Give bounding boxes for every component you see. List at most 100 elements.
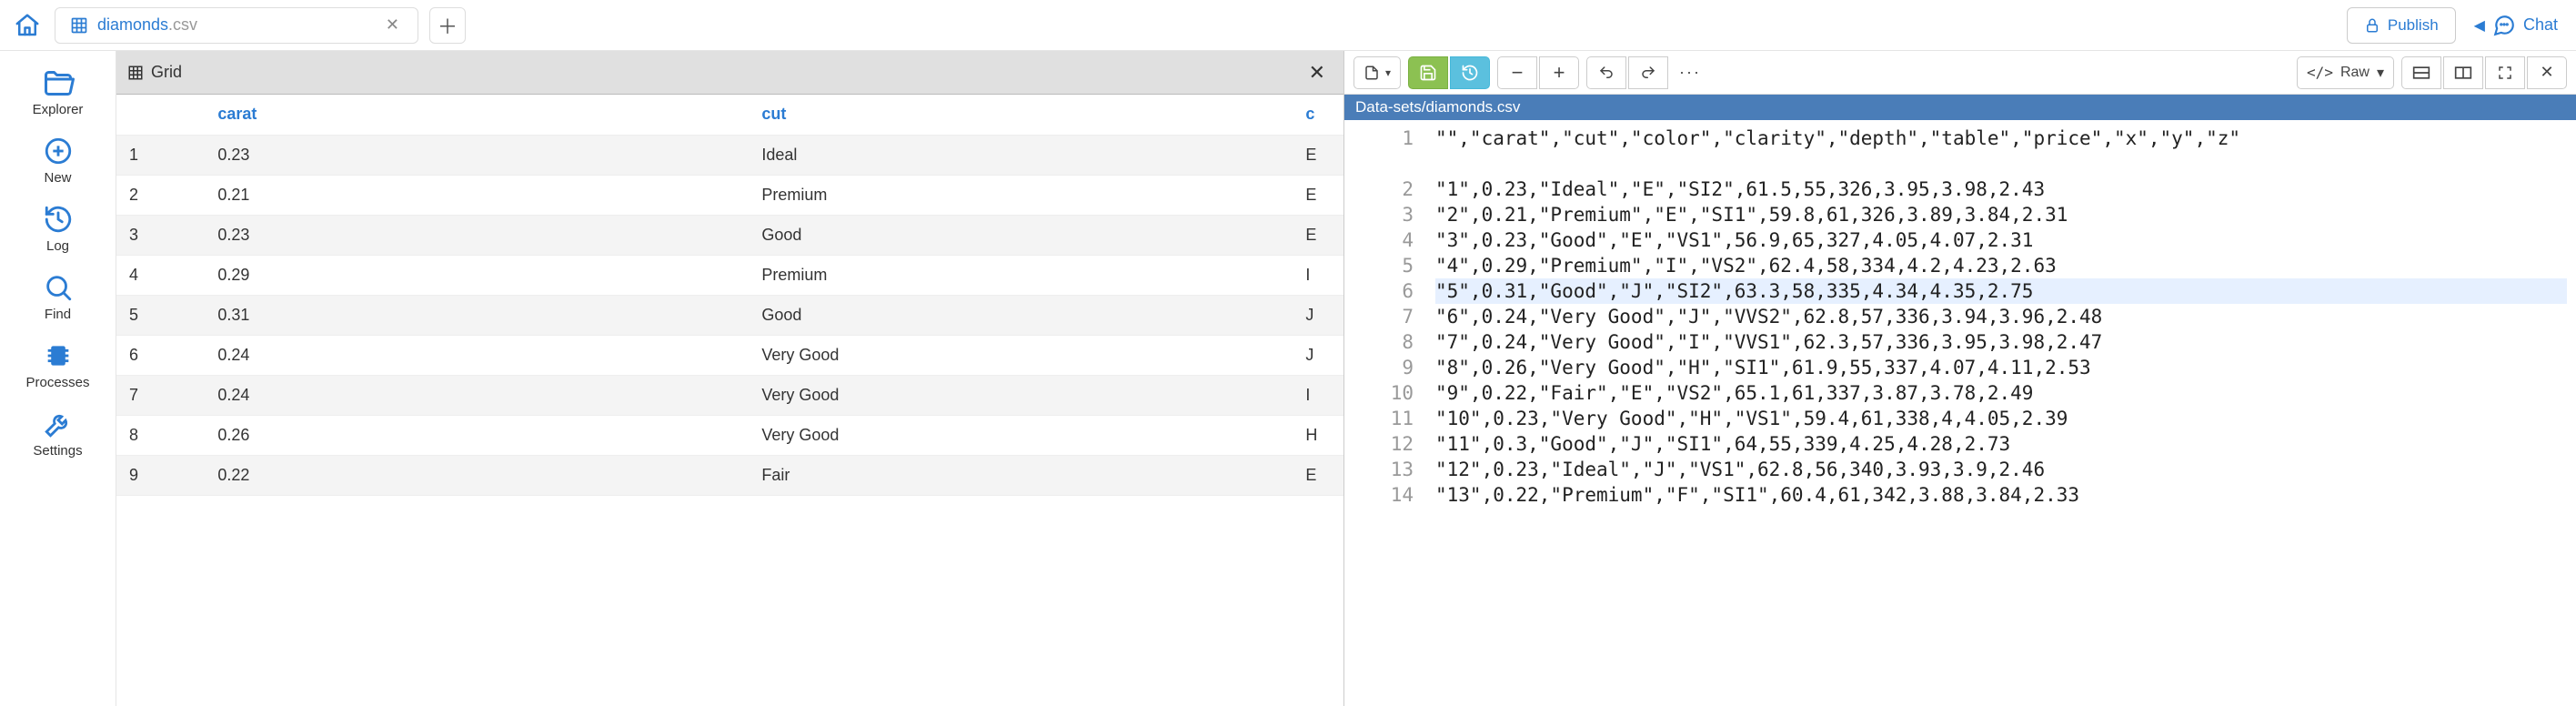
code-line[interactable]: "4",0.29,"Premium","I","VS2",62.4,58,334…: [1435, 253, 2567, 278]
code-line[interactable]: "3",0.23,"Good","E","VS1",56.9,65,327,4.…: [1435, 227, 2567, 253]
table-cell[interactable]: Ideal: [749, 135, 1293, 175]
navigate-group: ···: [1586, 56, 1710, 89]
data-table[interactable]: caratcutc 10.23IdealE20.21PremiumE30.23G…: [116, 95, 1343, 496]
sidebar-item-log[interactable]: Log: [0, 197, 116, 261]
column-header[interactable]: carat: [205, 95, 749, 135]
fullscreen-button[interactable]: [2485, 56, 2525, 89]
table-row[interactable]: 90.22FairE: [116, 455, 1343, 495]
table-cell[interactable]: 5: [116, 295, 205, 335]
view-mode-dropdown[interactable]: </> Raw ▾: [2297, 56, 2394, 89]
code-line[interactable]: "12",0.23,"Ideal","J","VS1",62.8,56,340,…: [1435, 457, 2567, 482]
table-cell[interactable]: E: [1293, 215, 1343, 255]
code-line[interactable]: "11",0.3,"Good","J","SI1",64,55,339,4.25…: [1435, 431, 2567, 457]
table-cell[interactable]: 9: [116, 455, 205, 495]
publish-button[interactable]: Publish: [2347, 7, 2456, 44]
chat-button[interactable]: ◀ Chat: [2467, 14, 2565, 37]
table-cell[interactable]: 4: [116, 255, 205, 295]
table-cell[interactable]: Fair: [749, 455, 1293, 495]
redo-button[interactable]: [1628, 56, 1668, 89]
history-button[interactable]: [1450, 56, 1490, 89]
table-cell[interactable]: 0.23: [205, 215, 749, 255]
editor-close-button[interactable]: ✕: [2527, 56, 2567, 89]
table-cell[interactable]: J: [1293, 335, 1343, 375]
table-row[interactable]: 70.24Very GoodI: [116, 375, 1343, 415]
table-row[interactable]: 80.26Very GoodH: [116, 415, 1343, 455]
table-cell[interactable]: 0.31: [205, 295, 749, 335]
table-row[interactable]: 10.23IdealE: [116, 135, 1343, 175]
table-cell[interactable]: 0.29: [205, 255, 749, 295]
table-cell[interactable]: Very Good: [749, 375, 1293, 415]
table-cell[interactable]: 2: [116, 175, 205, 215]
zoom-in-button[interactable]: +: [1539, 56, 1579, 89]
table-cell[interactable]: Very Good: [749, 335, 1293, 375]
table-cell[interactable]: 0.24: [205, 335, 749, 375]
table-cell[interactable]: Premium: [749, 255, 1293, 295]
tab-add-button[interactable]: ＋: [429, 7, 466, 44]
table-cell[interactable]: J: [1293, 295, 1343, 335]
table-row[interactable]: 30.23GoodE: [116, 215, 1343, 255]
table-cell[interactable]: 0.24: [205, 375, 749, 415]
home-button[interactable]: [11, 9, 44, 42]
code-line[interactable]: "","carat","cut","color","clarity","dept…: [1435, 126, 2567, 176]
zoom-out-button[interactable]: −: [1497, 56, 1537, 89]
code-line[interactable]: "10",0.23,"Very Good","H","VS1",59.4,61,…: [1435, 406, 2567, 431]
split-vertical-icon: [2454, 66, 2472, 80]
table-cell[interactable]: I: [1293, 375, 1343, 415]
table-cell[interactable]: I: [1293, 255, 1343, 295]
table-row[interactable]: 60.24Very GoodJ: [116, 335, 1343, 375]
table-cell[interactable]: 0.22: [205, 455, 749, 495]
table-cell[interactable]: 0.21: [205, 175, 749, 215]
code-line[interactable]: "9",0.22,"Fair","E","VS2",65.1,61,337,3.…: [1435, 380, 2567, 406]
tab-base: diamonds: [97, 15, 168, 34]
table-cell[interactable]: E: [1293, 135, 1343, 175]
code-line[interactable]: "2",0.21,"Premium","E","SI1",59.8,61,326…: [1435, 202, 2567, 227]
split-vertical-button[interactable]: [2443, 56, 2483, 89]
table-cell[interactable]: 3: [116, 215, 205, 255]
column-header[interactable]: cut: [749, 95, 1293, 135]
table-cell[interactable]: 1: [116, 135, 205, 175]
split-horizontal-button[interactable]: [2401, 56, 2441, 89]
sidebar-item-new[interactable]: New: [0, 128, 116, 193]
table-cell[interactable]: Good: [749, 215, 1293, 255]
more-button[interactable]: ···: [1670, 56, 1710, 89]
grid-body[interactable]: caratcutc 10.23IdealE20.21PremiumE30.23G…: [116, 95, 1343, 706]
tab-close-button[interactable]: ✕: [382, 12, 403, 38]
sidebar-item-explorer[interactable]: Explorer: [0, 58, 116, 125]
save-button[interactable]: [1408, 56, 1448, 89]
file-tab[interactable]: diamonds.csv ✕: [55, 7, 418, 44]
column-header[interactable]: c: [1293, 95, 1343, 135]
table-cell[interactable]: Very Good: [749, 415, 1293, 455]
table-cell[interactable]: E: [1293, 175, 1343, 215]
table-cell[interactable]: E: [1293, 455, 1343, 495]
code-line[interactable]: "8",0.26,"Very Good","H","SI1",61.9,55,3…: [1435, 355, 2567, 380]
new-file-dropdown[interactable]: ▾: [1353, 56, 1401, 89]
column-header[interactable]: [116, 95, 205, 135]
sidebar-item-processes[interactable]: Processes: [0, 333, 116, 398]
table-cell[interactable]: 8: [116, 415, 205, 455]
table-cell[interactable]: 6: [116, 335, 205, 375]
table-row[interactable]: 20.21PremiumE: [116, 175, 1343, 215]
sidebar-item-settings[interactable]: Settings: [0, 401, 116, 466]
table-cell[interactable]: 7: [116, 375, 205, 415]
layout-group: ✕: [2401, 56, 2567, 89]
table-row[interactable]: 50.31GoodJ: [116, 295, 1343, 335]
table-cell[interactable]: 0.23: [205, 135, 749, 175]
publish-label: Publish: [2388, 16, 2439, 35]
table-row[interactable]: 40.29PremiumI: [116, 255, 1343, 295]
file-path: Data-sets/diamonds.csv: [1355, 98, 1520, 116]
table-cell[interactable]: Premium: [749, 175, 1293, 215]
code-line[interactable]: "13",0.22,"Premium","F","SI1",60.4,61,34…: [1435, 482, 2567, 508]
undo-button[interactable]: [1586, 56, 1626, 89]
sidebar-item-find[interactable]: Find: [0, 265, 116, 329]
plus-circle-icon: [43, 136, 74, 166]
code-editor[interactable]: 1234567891011121314 "","carat","cut","co…: [1344, 120, 2576, 706]
code-line[interactable]: "5",0.31,"Good","J","SI2",63.3,58,335,4.…: [1435, 278, 2567, 304]
table-cell[interactable]: 0.26: [205, 415, 749, 455]
grid-close-button[interactable]: ✕: [1302, 57, 1333, 88]
code-line[interactable]: "1",0.23,"Ideal","E","SI2",61.5,55,326,3…: [1435, 176, 2567, 202]
code-line[interactable]: "6",0.24,"Very Good","J","VVS2",62.8,57,…: [1435, 304, 2567, 329]
table-cell[interactable]: H: [1293, 415, 1343, 455]
code-lines[interactable]: "","carat","cut","color","clarity","dept…: [1426, 120, 2576, 706]
table-cell[interactable]: Good: [749, 295, 1293, 335]
code-line[interactable]: "7",0.24,"Very Good","I","VVS1",62.3,57,…: [1435, 329, 2567, 355]
